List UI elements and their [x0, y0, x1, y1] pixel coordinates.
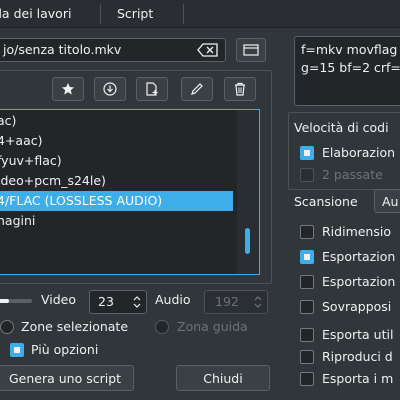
- export-checkbox-1[interactable]: [300, 250, 314, 264]
- overlay-checkbox[interactable]: [300, 300, 314, 314]
- list-scrollbar-thumb[interactable]: [245, 228, 250, 254]
- download-preset-button[interactable]: [94, 77, 126, 101]
- guide-zone-radio[interactable]: [155, 320, 169, 334]
- export-markers-label: Esporta i m: [322, 371, 394, 386]
- overlay-label: Sovrapposi: [322, 299, 392, 314]
- list-item[interactable]: fyuv+flac): [0, 151, 233, 171]
- star-icon: [61, 82, 75, 96]
- guide-zone-label: Zona guida: [177, 319, 248, 334]
- two-pass-label: 2 passate: [322, 167, 383, 182]
- new-file-icon: [145, 82, 159, 96]
- scan-select[interactable]: Au: [374, 189, 400, 213]
- pencil-icon: [190, 82, 204, 96]
- resize-checkbox[interactable]: [300, 225, 314, 239]
- menu-divider: [183, 4, 184, 24]
- menu-script[interactable]: Script: [117, 0, 153, 28]
- list-item[interactable]: 4+aac): [0, 131, 233, 151]
- spin-arrows-icon: [253, 295, 263, 309]
- quality-slider[interactable]: [0, 299, 32, 303]
- list-item-selected[interactable]: 4/FLAC (LOSSLESS AUDIO): [0, 191, 233, 211]
- delete-preset-button[interactable]: [224, 77, 256, 101]
- two-pass-checkbox[interactable]: [300, 168, 314, 182]
- export-markers-checkbox[interactable]: [300, 372, 314, 386]
- more-options-checkbox[interactable]: [10, 343, 24, 357]
- list-item[interactable]: nagini: [0, 211, 233, 231]
- menu-divider: [100, 4, 101, 24]
- list-scrollbar-track[interactable]: [237, 110, 259, 274]
- quality-slider-fill: [0, 299, 9, 303]
- audio-quality-spinbox[interactable]: 192: [204, 290, 268, 314]
- generate-script-button[interactable]: Genera uno script: [0, 365, 134, 391]
- menu-bar: da dei lavori Script: [0, 0, 400, 28]
- folder-icon: [243, 43, 259, 57]
- new-preset-button[interactable]: [136, 77, 168, 101]
- play-label: Riproduci d: [322, 349, 393, 364]
- resize-label: Ridimensio: [322, 224, 391, 239]
- export-useful-checkbox[interactable]: [300, 328, 314, 342]
- scan-label: Scansione: [294, 194, 358, 209]
- export-useful-label: Esporta util: [322, 327, 394, 342]
- download-icon: [103, 82, 117, 96]
- video-quality-spinbox[interactable]: 23: [89, 290, 147, 314]
- spin-arrows-icon[interactable]: [132, 295, 142, 309]
- export-checkbox-2[interactable]: [300, 275, 314, 289]
- more-options-label: Più opzioni: [31, 342, 99, 357]
- export-label-1: Esportazion: [322, 249, 396, 264]
- favorite-preset-button[interactable]: [52, 77, 84, 101]
- output-path-field[interactable]: jo/senza titolo.mkv: [0, 38, 226, 62]
- clear-text-icon[interactable]: [197, 43, 219, 57]
- export-label-2: Esportazion: [322, 274, 396, 289]
- scan-select-value: Au: [382, 193, 399, 209]
- preset-list[interactable]: ac) 4+aac) fyuv+flac) ideo+pcm_s24le) 4/…: [0, 109, 260, 275]
- output-path-text: jo/senza titolo.mkv: [3, 42, 122, 57]
- parallel-processing-label: Elaborazion: [322, 145, 396, 160]
- audio-quality-value: 192: [215, 294, 239, 309]
- selected-zones-radio[interactable]: [0, 320, 14, 334]
- video-label: Video: [41, 292, 77, 307]
- edit-preset-button[interactable]: [181, 77, 213, 101]
- list-item[interactable]: ideo+pcm_s24le): [0, 171, 233, 191]
- audio-label: Audio: [155, 292, 191, 307]
- command-textarea[interactable]: f=mkv movflag g=15 bf=2 crf=: [294, 36, 400, 106]
- parallel-processing-checkbox[interactable]: [300, 146, 314, 160]
- trash-icon: [233, 82, 247, 96]
- browse-folder-button[interactable]: [236, 38, 266, 62]
- menu-jobs[interactable]: da dei lavori: [0, 0, 71, 28]
- video-quality-value: 23: [98, 294, 114, 309]
- selected-zones-label: Zone selezionate: [21, 319, 129, 334]
- list-item[interactable]: ac): [0, 111, 233, 131]
- play-checkbox[interactable]: [300, 350, 314, 364]
- close-button[interactable]: Chiudi: [176, 365, 270, 391]
